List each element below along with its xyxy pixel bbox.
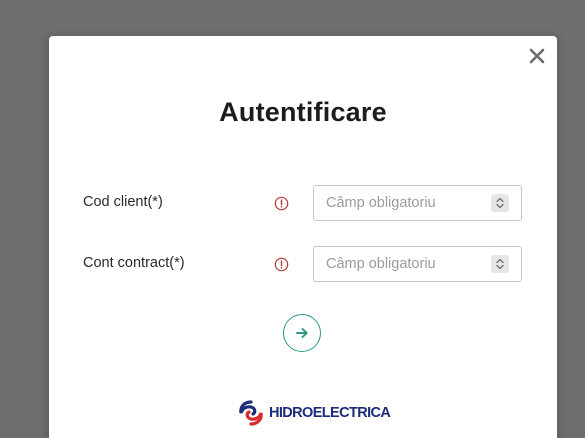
hidroelectrica-logo-icon [239, 400, 263, 426]
spinner-arrows-icon [496, 197, 504, 209]
info-circle-icon[interactable] [274, 196, 289, 211]
close-button[interactable] [525, 42, 549, 70]
info-circle-icon[interactable] [274, 257, 289, 272]
cod-client-stepper[interactable] [491, 194, 509, 212]
cont-contract-label: Cont contract(*) [83, 255, 185, 271]
form-row-cont-contract: Cont contract(*) [49, 246, 557, 283]
form-row-cod-client: Cod client(*) [49, 185, 557, 222]
submit-button[interactable] [283, 314, 321, 352]
login-modal: Autentificare Cod client(*) Cont contrac… [49, 36, 557, 438]
cod-client-label: Cod client(*) [83, 194, 163, 210]
arrow-right-icon [296, 328, 308, 338]
cod-client-input[interactable] [314, 186, 484, 220]
cont-contract-input[interactable] [314, 247, 484, 281]
cont-contract-stepper[interactable] [491, 255, 509, 273]
logo-text: HIDROELECTRICA [269, 405, 391, 421]
spinner-arrows-icon [496, 258, 504, 270]
hidroelectrica-logo: HIDROELECTRICA [236, 398, 391, 428]
cont-contract-field [313, 246, 522, 282]
cod-client-field [313, 185, 522, 221]
close-icon [529, 48, 545, 64]
modal-title: Autentificare [219, 97, 387, 127]
